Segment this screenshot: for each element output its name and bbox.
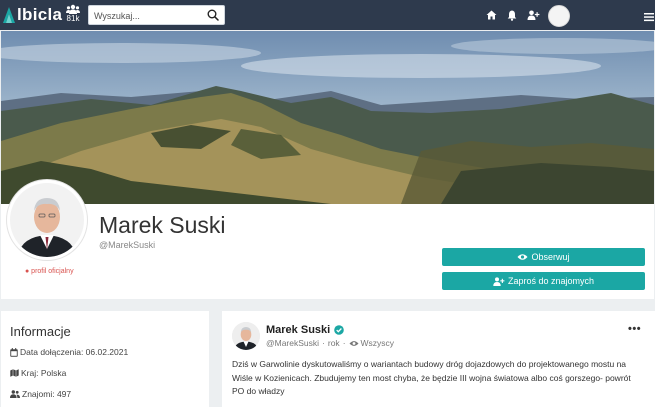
follow-button-label: Obserwuj bbox=[531, 252, 570, 262]
follow-button[interactable]: Obserwuj bbox=[442, 248, 645, 266]
menu-icon[interactable] bbox=[644, 9, 654, 22]
logo-text: lbicla bbox=[17, 5, 63, 24]
post-text: Dziś w Garwolinie dyskutowaliśmy o waria… bbox=[232, 359, 631, 396]
info-country: Kraj: Polska bbox=[21, 368, 67, 378]
info-joined: Data dołączenia: 06.02.2021 bbox=[20, 347, 129, 357]
cover-photo bbox=[1, 31, 654, 204]
post-author-row[interactable]: Marek Suski bbox=[266, 324, 345, 336]
info-friends-row: Znajomi: 497 bbox=[10, 389, 71, 399]
post-handle[interactable]: @MarekSuski bbox=[266, 338, 319, 348]
add-user-icon bbox=[493, 276, 505, 286]
eye-icon bbox=[349, 340, 359, 346]
eye-icon bbox=[517, 254, 528, 260]
bell-icon[interactable] bbox=[505, 8, 519, 22]
info-friends: Znajomi: 497 bbox=[22, 389, 72, 399]
invite-friend-button[interactable]: Zaproś do znajomych bbox=[442, 272, 645, 290]
search-box[interactable] bbox=[88, 5, 225, 25]
info-title: Informacje bbox=[10, 324, 71, 339]
members-count: 81k bbox=[66, 14, 80, 23]
members-counter[interactable]: 81k bbox=[64, 4, 82, 23]
calendar-icon bbox=[10, 347, 18, 357]
info-country-row: Kraj: Polska bbox=[10, 368, 66, 378]
logo-mark-icon bbox=[3, 7, 15, 23]
profile-name: Marek Suski bbox=[99, 212, 226, 238]
app-logo[interactable]: lbicla bbox=[2, 4, 62, 26]
home-icon[interactable] bbox=[484, 8, 498, 22]
post-author-avatar[interactable] bbox=[232, 322, 260, 350]
users-icon bbox=[10, 390, 20, 398]
invite-button-label: Zaproś do znajomych bbox=[507, 276, 595, 286]
profile-handle: @MarekSuski bbox=[99, 240, 156, 250]
post-time[interactable]: rok bbox=[328, 338, 340, 348]
add-user-icon[interactable] bbox=[526, 8, 540, 22]
post-visibility: Wszyscy bbox=[360, 338, 395, 348]
search-icon[interactable] bbox=[207, 9, 219, 21]
profile-avatar[interactable] bbox=[7, 180, 87, 260]
post-author-name[interactable]: Marek Suski bbox=[266, 324, 330, 336]
search-input[interactable] bbox=[94, 9, 202, 22]
post-options-button[interactable]: ••• bbox=[628, 323, 641, 335]
users-icon bbox=[66, 4, 80, 14]
post-meta: @MarekSuski · rok · Wszyscy bbox=[266, 338, 395, 348]
map-icon bbox=[10, 369, 19, 377]
official-profile-label: ● profil oficjalny bbox=[25, 268, 74, 275]
user-avatar-button[interactable] bbox=[548, 5, 570, 27]
verified-icon bbox=[334, 325, 345, 335]
info-joined-row: Data dołączenia: 06.02.2021 bbox=[10, 347, 128, 357]
